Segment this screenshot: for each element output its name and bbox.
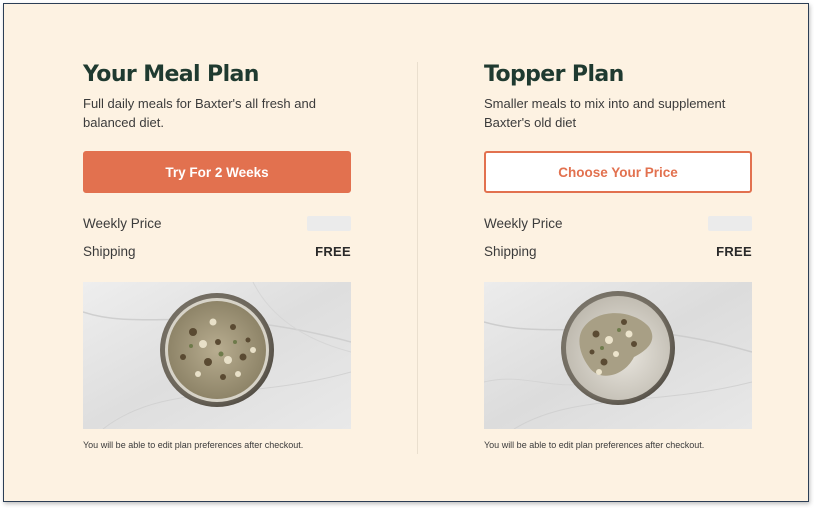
topper-plan-weekly-price-row: Weekly Price	[484, 214, 752, 232]
weekly-price-label: Weekly Price	[83, 215, 162, 231]
meal-plan-description: Full daily meals for Baxter's all fresh …	[83, 96, 316, 130]
shipping-value: FREE	[716, 243, 752, 259]
meal-plan-food-image	[83, 282, 351, 429]
topper-plan-description: Smaller meals to mix into and supplement…	[484, 96, 726, 130]
meal-plan-title: Your Meal Plan	[83, 62, 259, 87]
choose-your-price-button[interactable]: Choose Your Price	[484, 151, 752, 193]
weekly-price-label: Weekly Price	[484, 215, 563, 231]
topper-plan-food-image	[484, 282, 752, 429]
topper-plan-title: Topper Plan	[484, 62, 624, 87]
meal-plan-weekly-price-row: Weekly Price	[83, 214, 351, 232]
plan-selection-panel: Your Meal Plan Full daily meals for Baxt…	[3, 3, 809, 502]
column-divider	[417, 62, 418, 454]
topper-plan-shipping-row: Shipping FREE	[484, 242, 752, 260]
shipping-label: Shipping	[484, 243, 537, 259]
try-for-2-weeks-button[interactable]: Try For 2 Weeks	[83, 151, 351, 193]
weekly-price-placeholder	[307, 215, 351, 231]
shipping-value: FREE	[315, 243, 351, 259]
weekly-price-placeholder	[708, 215, 752, 231]
topper-plan-checkout-note: You will be able to edit plan preference…	[484, 440, 705, 450]
meal-plan-checkout-note: You will be able to edit plan preference…	[83, 440, 304, 450]
meal-plan-shipping-row: Shipping FREE	[83, 242, 351, 260]
shipping-label: Shipping	[83, 243, 136, 259]
